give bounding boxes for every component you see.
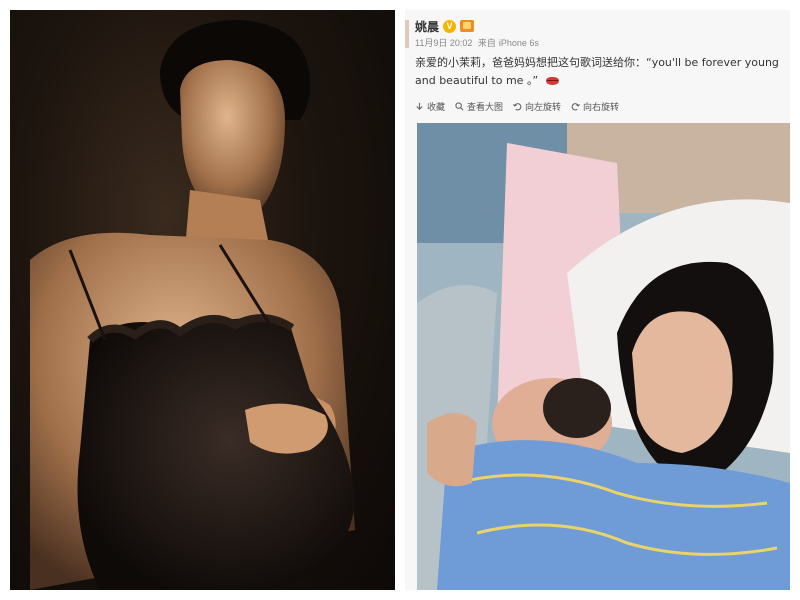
collect-arrow-icon [416, 102, 423, 110]
post-image[interactable] [417, 123, 790, 590]
hospital-photo [417, 123, 790, 590]
rotate-left-button[interactable]: 向左旋转 [513, 100, 561, 113]
collect-button[interactable]: 收藏 [415, 100, 445, 113]
author-row: 姚晨 V [415, 18, 780, 34]
post-date[interactable]: 11月9日 20:02 [415, 38, 472, 48]
rotate-left-label: 向左旋转 [525, 103, 562, 113]
rotate-right-icon [571, 103, 580, 111]
magnifier-icon [455, 102, 464, 111]
verified-badge-icon: V [443, 19, 457, 33]
pregnant-woman-photo [30, 20, 355, 590]
post-meta: 11月9日 20:02 来自 iPhone 6s [415, 36, 780, 49]
collect-label: 收藏 [427, 103, 446, 113]
member-badge-icon [460, 20, 475, 32]
post-body: 亲爱的小茉莉，爸爸妈妈想把这句歌词送给你：“you'll be forever … [415, 56, 779, 87]
post-source: iPhone 6s [498, 38, 539, 48]
weibo-post-panel: 姚晨 V 11月9日 20:02 来自 iPhone 6s 亲爱的小茉莉，爸爸妈妈… [405, 10, 790, 590]
image-toolbar: 收藏 查看大图 向左旋转 向右旋转 [415, 100, 780, 119]
source-prefix: 来自 [477, 38, 496, 48]
lips-emoji-icon [545, 77, 559, 85]
left-photo [10, 10, 395, 590]
rotate-left-icon [513, 103, 522, 111]
rotate-right-button[interactable]: 向右旋转 [571, 100, 619, 113]
post-text: 亲爱的小茉莉，爸爸妈妈想把这句歌词送给你：“you'll be forever … [415, 54, 780, 90]
post-header: 姚晨 V 11月9日 20:02 来自 iPhone 6s 亲爱的小茉莉，爸爸妈妈… [405, 10, 790, 119]
rotate-right-label: 向右旋转 [583, 103, 620, 113]
view-large-label: 查看大图 [467, 103, 504, 113]
author-name[interactable]: 姚晨 [415, 18, 439, 35]
view-large-button[interactable]: 查看大图 [455, 100, 503, 113]
